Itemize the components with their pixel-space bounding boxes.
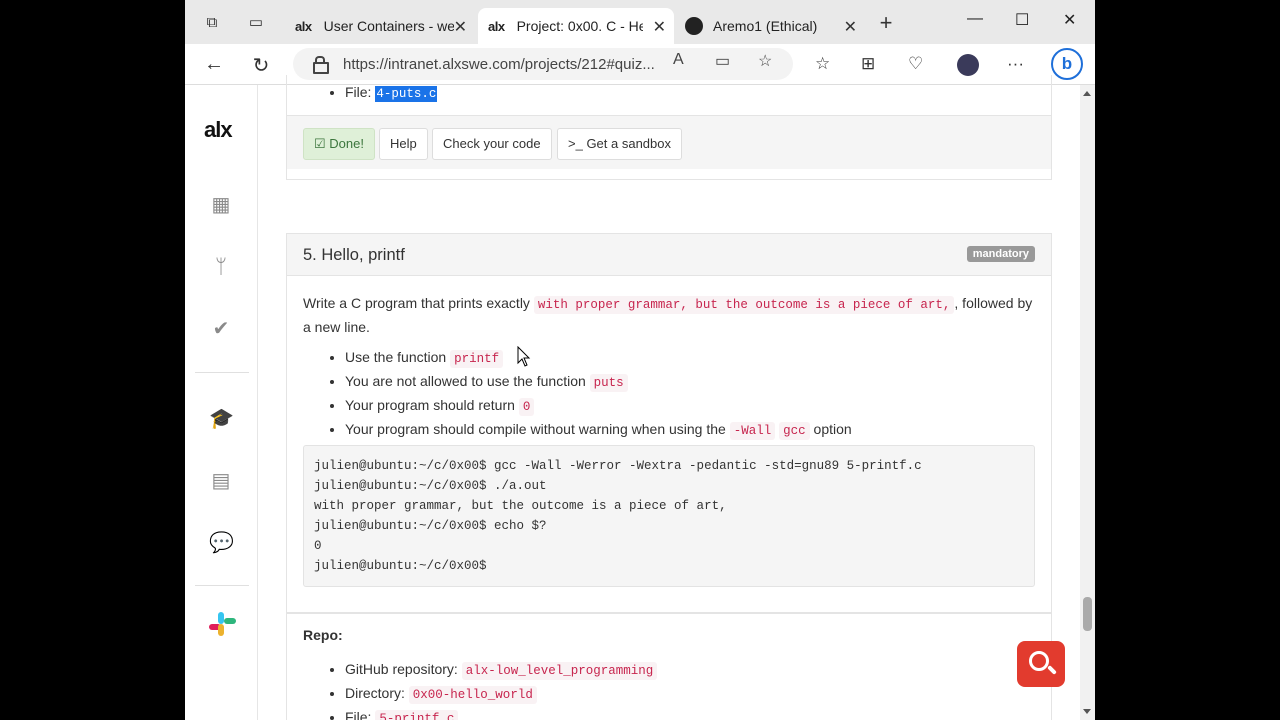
close-tab-icon[interactable]: ✕ — [844, 17, 857, 37]
alx-logo[interactable]: alx — [204, 117, 233, 143]
task-header: 5. Hello, printf mandatory — [287, 234, 1051, 276]
task-actions-bar: ☑ Done! Help Check your code >_ Get a sa… — [287, 115, 1051, 169]
repo-section: Repo: GitHub repository: alx-low_level_p… — [286, 613, 1052, 720]
inline-code: printf — [450, 350, 504, 368]
tab-title: Project: 0x00. C - Hello — [516, 18, 643, 34]
more-options-icon[interactable]: ··· — [1007, 54, 1024, 74]
expected-output-code: with proper grammar, but the outcome is … — [533, 296, 955, 314]
tab-user-containers[interactable]: alx User Containers - web ✕ — [285, 8, 475, 44]
document-icon[interactable]: ▤ — [209, 469, 233, 493]
git-branch-icon[interactable]: ᛘ — [209, 255, 233, 279]
back-icon[interactable]: ← — [202, 53, 226, 76]
requirements-list: Use the function printf You are not allo… — [345, 346, 852, 442]
lock-icon — [313, 56, 329, 74]
alx-favicon-icon: alx — [488, 18, 505, 34]
refresh-icon[interactable]: ↻ — [249, 53, 273, 78]
scrollbar-thumb[interactable] — [1083, 597, 1092, 631]
file-name: 5-printf.c — [375, 710, 459, 720]
browser-window: ⧉ ▭ alx User Containers - web ✕ alx Proj… — [185, 0, 1095, 720]
search-fab-button[interactable] — [1017, 641, 1065, 687]
terminal-line: julien@ubuntu:~/c/0x00$ ./a.out — [314, 479, 547, 493]
calendar-icon[interactable]: ▦ — [209, 193, 233, 217]
mandatory-badge: mandatory — [966, 246, 1035, 262]
read-aloud-icon[interactable]: A — [673, 51, 684, 69]
check-code-button[interactable]: Check your code — [432, 128, 552, 160]
repo-list: GitHub repository: alx-low_level_program… — [345, 658, 658, 720]
collections-icon[interactable]: ⊞ — [861, 54, 875, 74]
bing-icon[interactable]: b — [1051, 48, 1083, 80]
list-item: GitHub repository: alx-low_level_program… — [345, 658, 658, 682]
get-sandbox-button[interactable]: >_ Get a sandbox — [557, 128, 682, 160]
tab-project-hello[interactable]: alx Project: 0x00. C - Hello ✕ — [478, 8, 674, 44]
favorites-icon[interactable]: ☆ — [815, 54, 830, 74]
alx-favicon-icon: alx — [295, 18, 312, 34]
terminal-line: julien@ubuntu:~/c/0x00$ — [314, 559, 487, 573]
terminal-example: julien@ubuntu:~/c/0x00$ gcc -Wall -Werro… — [303, 445, 1035, 587]
tab-title: Aremo1 (Ethical) — [713, 18, 818, 34]
list-item: Directory: 0x00-hello_world — [345, 682, 657, 706]
close-tab-icon[interactable]: ✕ — [653, 17, 666, 37]
immersive-reader-icon[interactable]: ▭ — [715, 51, 730, 71]
main-content: File: 4-puts.c ☑ Done! Help Check your c… — [258, 75, 1080, 720]
new-tab-icon[interactable]: + — [877, 12, 895, 34]
url-text: https://intranet.alxswe.com/projects/212… — [343, 56, 655, 73]
inline-code: -Wall — [729, 422, 776, 440]
repo-name: alx-low_level_programming — [461, 662, 658, 680]
description-text: Write a C program that prints exactly — [303, 295, 530, 311]
chat-icon[interactable]: 💬 — [209, 531, 234, 555]
tab-title: User Containers - web — [323, 18, 454, 34]
list-item: Use the function printf — [345, 346, 852, 370]
help-button[interactable]: Help — [379, 128, 428, 160]
close-tab-icon[interactable]: ✕ — [454, 17, 467, 37]
minimize-icon[interactable]: — — [967, 10, 983, 28]
inline-code: 0 — [518, 398, 535, 416]
scroll-down-icon[interactable] — [1083, 709, 1091, 714]
previous-task-file-list: File: 4-puts.c — [345, 81, 438, 105]
mouse-cursor-icon — [517, 346, 531, 367]
browser-essentials-icon[interactable]: ♡ — [908, 54, 923, 74]
favorite-star-icon[interactable]: ☆ — [758, 51, 772, 71]
terminal-line: 0 — [314, 539, 322, 553]
tab-strip: ⧉ ▭ alx User Containers - web ✕ alx Proj… — [185, 0, 1095, 44]
profile-avatar[interactable] — [957, 54, 979, 76]
checkmark-icon[interactable]: ✔ — [209, 317, 233, 341]
done-button[interactable]: ☑ Done! — [303, 128, 375, 160]
list-item: You are not allowed to use the function … — [345, 370, 852, 394]
tab-actions-icon[interactable]: ▭ — [247, 14, 265, 32]
list-item: Your program should return 0 — [345, 394, 852, 418]
tab-aremo1-github[interactable]: Aremo1 (Ethical) ✕ — [675, 8, 865, 44]
inline-code: puts — [589, 374, 628, 392]
list-item: File: 4-puts.c — [345, 81, 438, 105]
graduation-cap-icon[interactable]: 🎓 — [209, 407, 234, 431]
sidebar: alx ▦ ᛘ ✔ 🎓 ▤ 💬 — [185, 85, 258, 720]
task-5-panel: 5. Hello, printf mandatory Write a C pro… — [286, 233, 1052, 613]
list-item: File: 5-printf.c — [345, 706, 657, 720]
file-label: File: — [345, 84, 372, 100]
done-label: Done! — [329, 136, 364, 151]
file-value-selected[interactable]: 4-puts.c — [375, 86, 438, 102]
scroll-up-icon[interactable] — [1083, 91, 1091, 96]
terminal-line: julien@ubuntu:~/c/0x00$ gcc -Wall -Werro… — [314, 459, 922, 473]
terminal-line: julien@ubuntu:~/c/0x00$ echo $? — [314, 519, 547, 533]
workspaces-icon[interactable]: ⧉ — [203, 14, 221, 32]
sidebar-divider — [195, 585, 249, 586]
page-content: alx ▦ ᛘ ✔ 🎓 ▤ 💬 File: 4 — [185, 75, 1095, 720]
vertical-scrollbar[interactable] — [1080, 85, 1095, 720]
search-icon — [1029, 651, 1049, 671]
sandbox-label: Get a sandbox — [586, 136, 671, 151]
maximize-icon[interactable]: ☐ — [1015, 10, 1029, 30]
previous-task-panel: File: 4-puts.c ☑ Done! Help Check your c… — [286, 75, 1052, 180]
directory-name: 0x00-hello_world — [408, 686, 537, 704]
inline-code: gcc — [779, 422, 810, 440]
slack-icon[interactable] — [209, 612, 236, 636]
terminal-line: with proper grammar, but the outcome is … — [314, 499, 727, 513]
github-icon — [685, 17, 703, 35]
repo-label: Repo: — [303, 627, 343, 643]
task-title: 5. Hello, printf — [303, 246, 405, 264]
task-description: Write a C program that prints exactly wi… — [303, 292, 1043, 338]
list-item: Your program should compile without warn… — [345, 418, 852, 442]
close-window-icon[interactable]: ✕ — [1063, 10, 1076, 30]
sidebar-divider — [195, 372, 249, 373]
